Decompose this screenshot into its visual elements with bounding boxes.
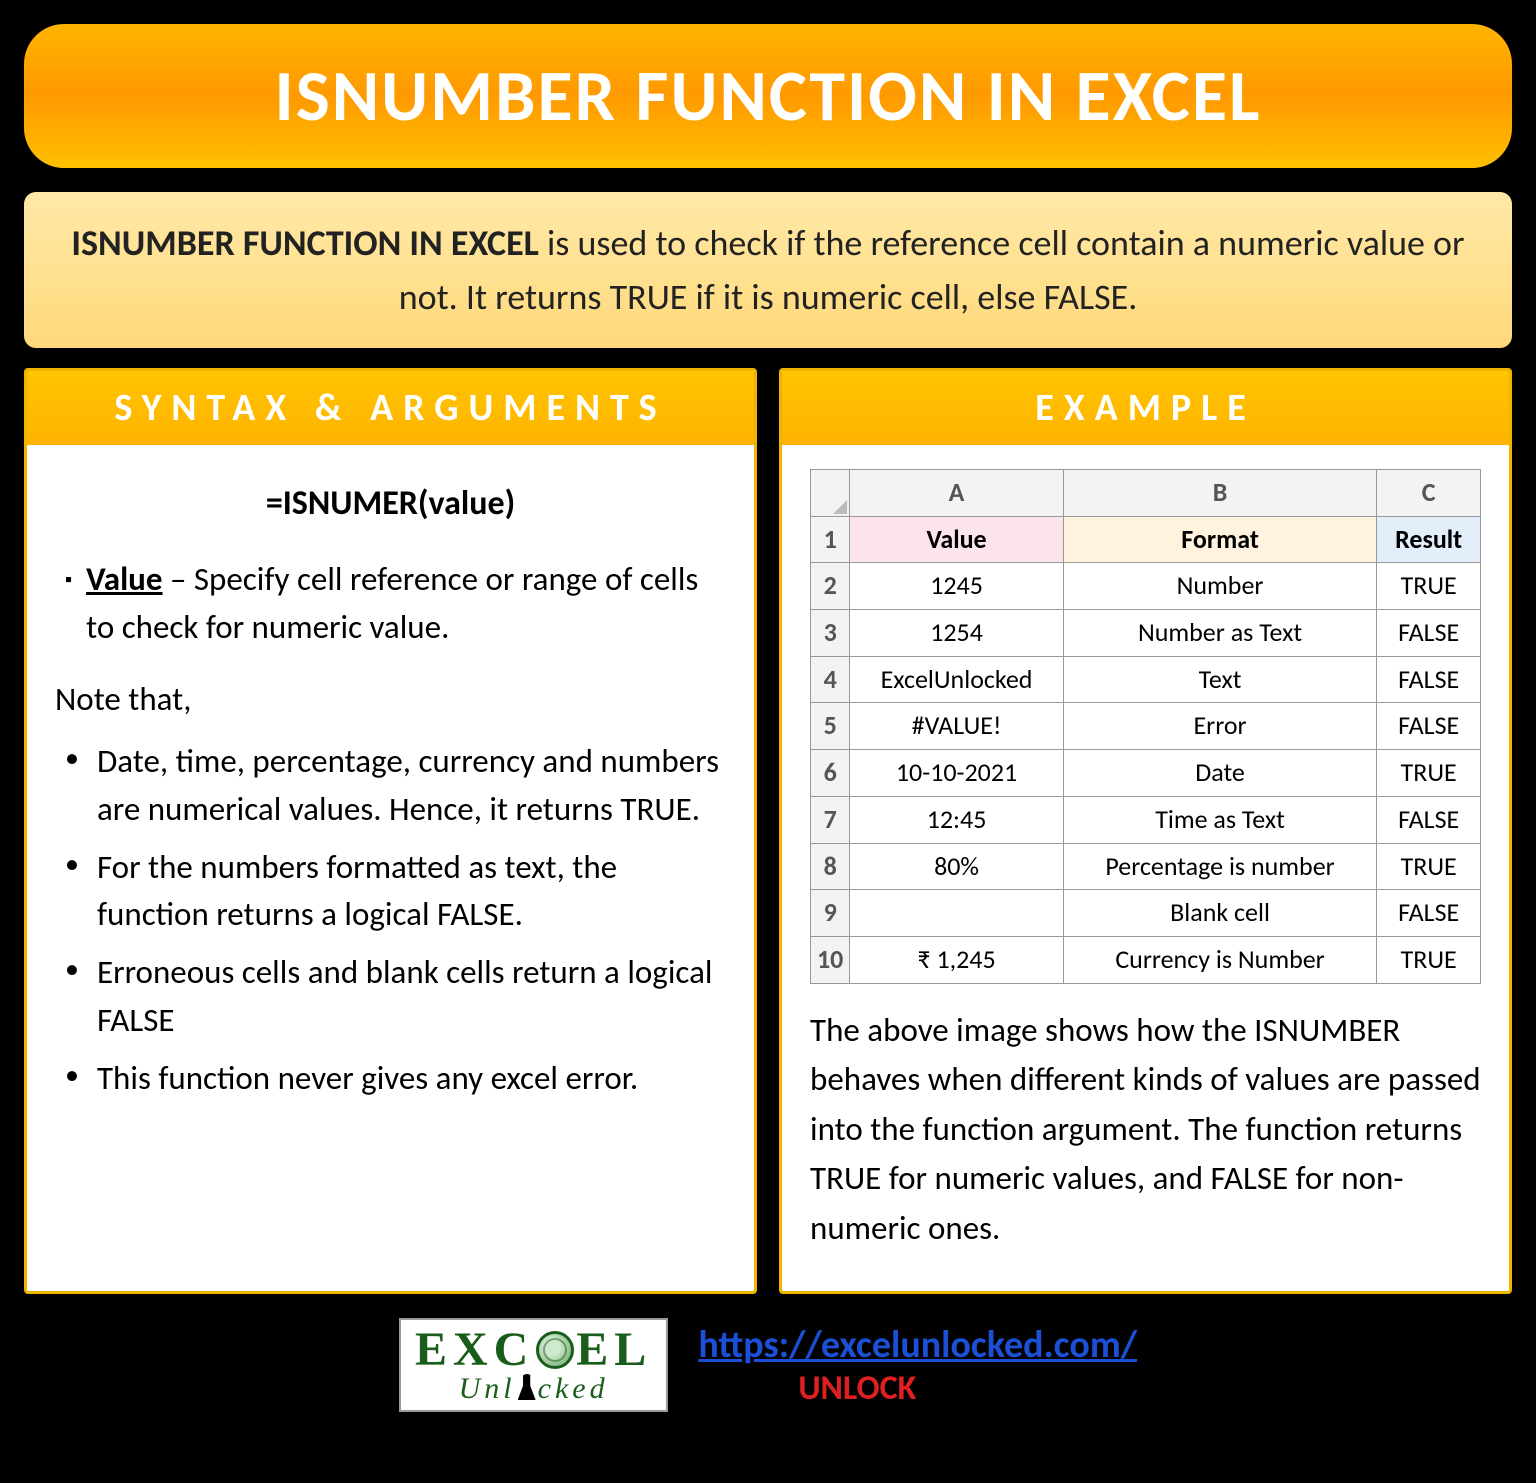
syntax-panel: SYNTAX & ARGUMENTS =ISNUMER(value) ▪ Val… — [24, 368, 757, 1294]
col-header: C — [1377, 470, 1481, 517]
cell-result: FALSE — [1377, 656, 1481, 703]
argument-label: Value — [86, 559, 162, 599]
description-banner: ISNUMBER FUNCTION IN EXCEL is used to ch… — [24, 192, 1512, 348]
example-table: A B C 1 Value Format Result 2 1245 Numbe… — [810, 469, 1481, 984]
row-number: 2 — [811, 563, 850, 610]
table-row: 2 1245 Number TRUE — [811, 563, 1481, 610]
note-item: Date, time, percentage, currency and num… — [97, 738, 726, 834]
cell-value: 1245 — [850, 563, 1063, 610]
row-number: 8 — [811, 843, 850, 890]
logo-text: EL — [576, 1326, 652, 1374]
cell-format: Time as Text — [1063, 796, 1377, 843]
note-item: For the numbers formatted as text, the f… — [97, 844, 726, 940]
note-item: Erroneous cells and blank cells return a… — [97, 949, 726, 1045]
notes-heading: Note that, — [55, 676, 726, 724]
keyhole-icon — [518, 1374, 536, 1400]
cell-result: TRUE — [1377, 843, 1481, 890]
cell-value: 80% — [850, 843, 1063, 890]
header-result: Result — [1377, 516, 1481, 563]
header-format: Format — [1063, 516, 1377, 563]
row-number: 7 — [811, 796, 850, 843]
table-col-header-row: A B C — [811, 470, 1481, 517]
header-value: Value — [850, 516, 1063, 563]
bullet-icon: • — [65, 738, 79, 834]
table-row: 5 #VALUE! Error FALSE — [811, 703, 1481, 750]
cell-result: FALSE — [1377, 703, 1481, 750]
example-caption: The above image shows how the ISNUMBER b… — [810, 1006, 1481, 1254]
table-row: 10 ₹ 1,245 Currency is Number TRUE — [811, 936, 1481, 983]
cell-format: Currency is Number — [1063, 936, 1377, 983]
note-item: This function never gives any excel erro… — [97, 1055, 638, 1103]
cell-format: Error — [1063, 703, 1377, 750]
logo-text: EXC — [415, 1326, 534, 1374]
logo: EXC EL Unlcked — [399, 1318, 668, 1412]
argument-description: – Specify cell reference or range of cel… — [86, 559, 698, 647]
cell-value: ExcelUnlocked — [850, 656, 1063, 703]
argument-text: Value – Specify cell reference or range … — [86, 556, 726, 652]
cell-result: FALSE — [1377, 610, 1481, 657]
bullet-icon: • — [65, 1055, 79, 1103]
cell-value: 10-10-2021 — [850, 750, 1063, 797]
bullet-icon: • — [65, 844, 79, 940]
example-header: EXAMPLE — [782, 371, 1509, 445]
table-row: 9 Blank cell FALSE — [811, 890, 1481, 937]
logo-bottom: Unlcked — [415, 1374, 652, 1404]
table-row: 7 12:45 Time as Text FALSE — [811, 796, 1481, 843]
cell-format: Blank cell — [1063, 890, 1377, 937]
logo-text: Unl — [459, 1372, 516, 1405]
unlock-text: UNLOCK — [798, 1368, 1137, 1409]
row-number: 9 — [811, 890, 850, 937]
cell-value: ₹ 1,245 — [850, 936, 1063, 983]
col-header: B — [1063, 470, 1377, 517]
cell-value: 12:45 — [850, 796, 1063, 843]
cell-format: Date — [1063, 750, 1377, 797]
row-number: 6 — [811, 750, 850, 797]
cell-result: TRUE — [1377, 936, 1481, 983]
row-number: 10 — [811, 936, 850, 983]
row-number: 3 — [811, 610, 850, 657]
globe-icon — [536, 1331, 574, 1369]
bullet-icon: • — [65, 949, 79, 1045]
site-link[interactable]: https://excelunlocked.com/ — [698, 1322, 1137, 1368]
syntax-formula: =ISNUMER(value) — [55, 479, 726, 528]
page-title: ISNUMBER FUNCTION IN EXCEL — [24, 24, 1512, 168]
cell-result: TRUE — [1377, 563, 1481, 610]
table-row: 1 Value Format Result — [811, 516, 1481, 563]
notes-list: •Date, time, percentage, currency and nu… — [55, 738, 726, 1103]
footer: EXC EL Unlcked https://excelunlocked.com… — [24, 1318, 1512, 1412]
logo-top: EXC EL — [415, 1326, 652, 1374]
syntax-header: SYNTAX & ARGUMENTS — [27, 371, 754, 445]
cell-result: TRUE — [1377, 750, 1481, 797]
square-bullet-icon: ▪ — [65, 566, 72, 595]
cell-format: Number as Text — [1063, 610, 1377, 657]
description-lead: ISNUMBER FUNCTION IN EXCEL — [71, 221, 538, 265]
cell-format: Percentage is number — [1063, 843, 1377, 890]
cell-result: FALSE — [1377, 796, 1481, 843]
cell-value — [850, 890, 1063, 937]
table-row: 8 80% Percentage is number TRUE — [811, 843, 1481, 890]
cell-value: 1254 — [850, 610, 1063, 657]
logo-text: cked — [538, 1372, 609, 1405]
table-row: 3 1254 Number as Text FALSE — [811, 610, 1481, 657]
cell-result: FALSE — [1377, 890, 1481, 937]
row-number: 4 — [811, 656, 850, 703]
example-panel: EXAMPLE A B C 1 Value Format Result 2 12… — [779, 368, 1512, 1294]
description-rest: is used to check if the reference cell c… — [399, 221, 1465, 319]
col-header: A — [850, 470, 1063, 517]
cell-value: #VALUE! — [850, 703, 1063, 750]
row-number: 5 — [811, 703, 850, 750]
cell-format: Number — [1063, 563, 1377, 610]
cell-format: Text — [1063, 656, 1377, 703]
sheet-corner — [811, 470, 850, 517]
row-number: 1 — [811, 516, 850, 563]
table-row: 6 10-10-2021 Date TRUE — [811, 750, 1481, 797]
table-row: 4 ExcelUnlocked Text FALSE — [811, 656, 1481, 703]
